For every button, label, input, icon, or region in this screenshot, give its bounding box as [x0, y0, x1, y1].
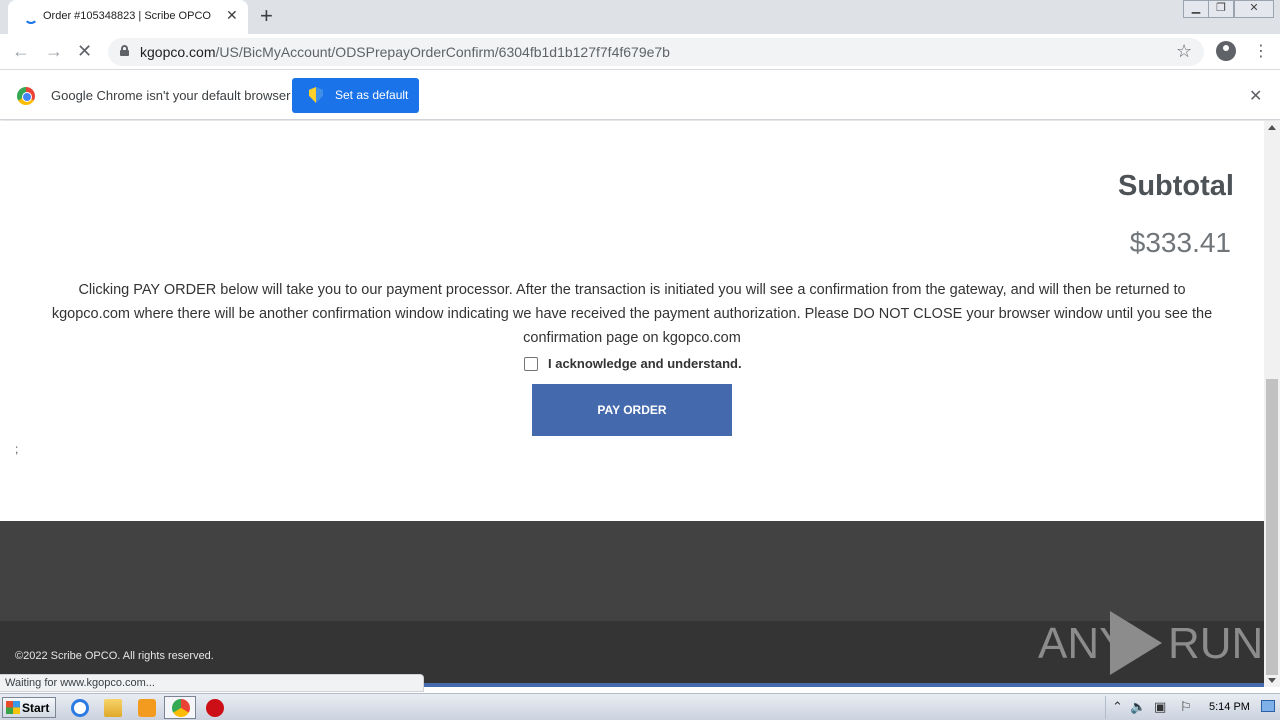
play-icon — [1110, 611, 1162, 675]
address-bar[interactable]: kgopco.com/US/BicMyAccount/ODSPrepayOrde… — [108, 38, 1204, 66]
windows-taskbar: Start ⌃ 🔈 ▣ ⚐ 5:14 PM — [0, 693, 1280, 720]
watermark-text-right: RUN — [1168, 619, 1264, 668]
action-center-flag-icon[interactable]: ⚐ — [1180, 699, 1192, 715]
set-as-default-button[interactable]: Set as default — [292, 78, 419, 113]
profile-avatar-icon[interactable] — [1216, 41, 1236, 61]
url-text[interactable]: kgopco.com/US/BicMyAccount/ODSPrepayOrde… — [140, 44, 670, 60]
scrollbar-thumb[interactable] — [1266, 379, 1278, 675]
acknowledge-checkbox[interactable] — [524, 357, 538, 371]
chrome-taskbar-button[interactable] — [164, 696, 196, 719]
infobar-message: Google Chrome isn't your default browser — [51, 88, 291, 103]
bookmark-star-icon[interactable]: ☆ — [1176, 41, 1192, 62]
clock[interactable]: 5:14 PM — [1209, 701, 1250, 713]
tray-expand-icon[interactable]: ⌃ — [1112, 699, 1123, 715]
stray-text: ; — [15, 442, 19, 456]
forward-arrow-icon[interactable]: → — [45, 41, 63, 62]
subtotal-label: Subtotal — [1118, 170, 1234, 202]
system-tray: ⌃ 🔈 ▣ ⚐ 5:14 PM — [1105, 696, 1280, 719]
footer-copyright: ©2022 Scribe OPCO. All rights reserved. — [15, 650, 214, 662]
footer-top — [0, 521, 1264, 621]
chrome-menu-icon[interactable]: ⋮ — [1253, 41, 1269, 61]
window-close-button[interactable]: ✕ — [1234, 0, 1274, 18]
pay-order-button[interactable]: PAY ORDER — [532, 384, 732, 436]
url-domain: kgopco.com — [140, 44, 216, 60]
windows-flag-icon — [6, 701, 20, 714]
back-arrow-icon[interactable]: ← — [12, 41, 30, 62]
media-player-icon[interactable] — [138, 699, 156, 717]
tab-title: Order #105348823 | Scribe OPCO — [43, 10, 211, 22]
subtotal-value: $333.41 — [1129, 227, 1231, 258]
status-bubble: Waiting for www.kgopco.com... — [0, 674, 424, 692]
tab-strip: Order #105348823 | Scribe OPCO ✕ + ▁ ❐ ✕ — [0, 0, 1280, 34]
acknowledge-label[interactable]: I acknowledge and understand. — [548, 356, 742, 371]
url-path: /US/BicMyAccount/ODSPrepayOrderConfirm/6… — [215, 44, 670, 60]
page-content: Subtotal $333.41 Clicking PAY ORDER belo… — [0, 121, 1264, 687]
internet-explorer-icon[interactable] — [71, 699, 89, 717]
set-as-default-label: Set as default — [335, 88, 409, 102]
restore-button[interactable]: ❐ — [1208, 0, 1234, 18]
show-desktop-icon[interactable] — [1261, 700, 1275, 712]
page-scrollbar[interactable] — [1264, 121, 1280, 687]
folder-icon[interactable] — [104, 699, 122, 717]
stop-loading-icon[interactable]: ✕ — [77, 41, 92, 62]
chrome-icon — [172, 699, 190, 717]
scroll-down-arrow-icon[interactable] — [1268, 678, 1276, 683]
minimize-button[interactable]: ▁ — [1183, 0, 1209, 18]
browser-toolbar: ← → ✕ kgopco.com/US/BicMyAccount/ODSPrep… — [0, 34, 1280, 70]
loading-spinner-icon — [24, 10, 38, 24]
new-tab-button[interactable]: + — [260, 4, 273, 28]
volume-icon[interactable]: 🔈 — [1130, 699, 1146, 715]
opera-icon[interactable] — [206, 699, 224, 717]
network-icon[interactable]: ▣ — [1154, 699, 1166, 715]
start-button[interactable]: Start — [2, 697, 56, 718]
tab-close-icon[interactable]: ✕ — [226, 7, 238, 24]
payment-notice: Clicking PAY ORDER below will take you t… — [51, 282, 1213, 346]
browser-tab[interactable]: Order #105348823 | Scribe OPCO ✕ — [8, 0, 248, 34]
start-label: Start — [22, 701, 50, 715]
scroll-up-arrow-icon[interactable] — [1268, 125, 1276, 130]
chrome-logo-icon — [17, 87, 35, 105]
infobar-close-icon[interactable]: ✕ — [1249, 86, 1262, 106]
lock-icon — [120, 45, 129, 56]
uac-shield-icon — [309, 87, 323, 103]
